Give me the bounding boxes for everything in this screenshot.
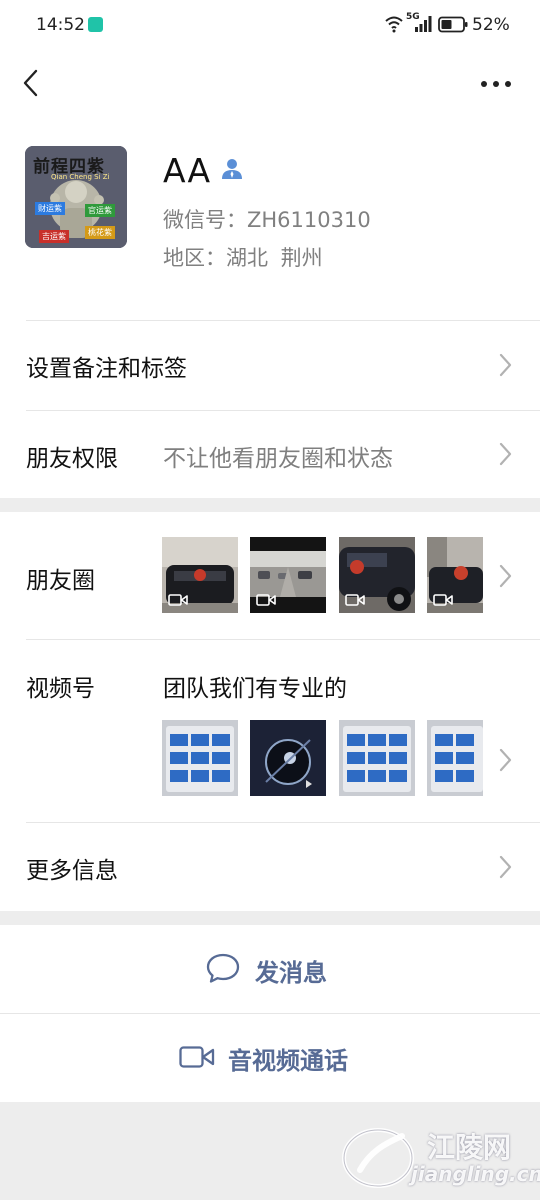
channels-thumbnail [339, 720, 415, 796]
moments-thumbnail [427, 537, 483, 613]
moments-thumbnail [250, 537, 326, 613]
thumbnail-image [250, 720, 326, 796]
wifi-icon [385, 16, 403, 33]
remark-tags-label: 设置备注和标签 [26, 356, 187, 382]
thumbnail-image [162, 720, 238, 796]
friend-permission-label: 朋友权限 [26, 446, 118, 472]
thumbnail-image [339, 720, 415, 796]
video-icon [168, 594, 188, 606]
chevron-right-icon [499, 748, 512, 772]
remark-tags-row[interactable]: 设置备注和标签 [0, 320, 540, 410]
friend-permission-value: 不让他看朋友圈和状态 [163, 446, 393, 472]
channels-label: 视频号 [26, 676, 95, 702]
video-icon [345, 594, 365, 606]
back-icon[interactable] [18, 68, 44, 98]
video-icon [433, 594, 453, 606]
audio-video-call-button[interactable]: 音视频通话 [0, 1013, 540, 1102]
chevron-right-icon [499, 353, 512, 377]
divider [26, 320, 540, 321]
battery-icon [438, 16, 468, 33]
divider [26, 410, 540, 411]
send-message-button[interactable]: 发消息 [0, 925, 540, 1013]
region: 地区：湖北 荆州 [163, 246, 323, 270]
more-info-row[interactable]: 更多信息 [0, 822, 540, 911]
send-message-label: 发消息 [255, 959, 327, 987]
moments-thumbnail [162, 537, 238, 613]
avatar-tag: 官运紫 [85, 204, 115, 217]
top-bar [0, 50, 540, 115]
channels-thumbnail [250, 720, 326, 796]
status-time: 14:52 [36, 15, 85, 35]
video-camera-icon [179, 1046, 215, 1068]
battery-percent: 52% [472, 15, 510, 35]
avatar-tag: 桃花紫 [85, 226, 115, 239]
chevron-right-icon [499, 442, 512, 466]
moments-row[interactable]: 朋友圈 [0, 512, 540, 639]
wechat-id: 微信号：ZH6110310 [163, 208, 371, 232]
channels-thumbnail [162, 720, 238, 796]
divider [0, 1013, 540, 1014]
moments-thumbnail [339, 537, 415, 613]
app-notification-icon [88, 17, 103, 32]
divider [26, 822, 540, 823]
moments-label: 朋友圈 [26, 568, 95, 594]
watermark-name: 江陵网 [427, 1131, 512, 1164]
channels-row[interactable]: 视频号 团队我们有专业的 [0, 639, 540, 822]
channels-thumbnail [427, 720, 483, 796]
status-bar: 14:52 5G 52% [0, 0, 540, 50]
signal-icon [415, 16, 432, 32]
video-icon [256, 594, 276, 606]
more-icon[interactable] [476, 72, 516, 96]
chevron-right-icon [499, 855, 512, 879]
chevron-right-icon [499, 564, 512, 588]
avatar-tag: 吉运紫 [39, 230, 69, 243]
thumbnail-image [427, 720, 483, 796]
avatar[interactable]: 前程四紫 Qian Cheng Si Zi 财运紫 官运紫 吉运紫 桃花紫 [25, 146, 127, 248]
friend-permission-row[interactable]: 朋友权限 不让他看朋友圈和状态 [0, 410, 540, 498]
divider [26, 639, 540, 640]
channels-value: 团队我们有专业的 [163, 676, 347, 702]
audio-video-call-label: 音视频通话 [228, 1047, 348, 1075]
more-info-label: 更多信息 [26, 858, 118, 884]
avatar-subtitle: Qian Cheng Si Zi [51, 173, 110, 181]
nickname: AA [163, 151, 212, 190]
watermark-url: jiangling.cn [411, 1162, 540, 1186]
person-icon [222, 159, 242, 179]
avatar-tag: 财运紫 [35, 202, 65, 215]
profile-header: 前程四紫 Qian Cheng Si Zi 财运紫 官运紫 吉运紫 桃花紫 AA… [0, 115, 540, 320]
chat-bubble-icon [206, 953, 240, 983]
